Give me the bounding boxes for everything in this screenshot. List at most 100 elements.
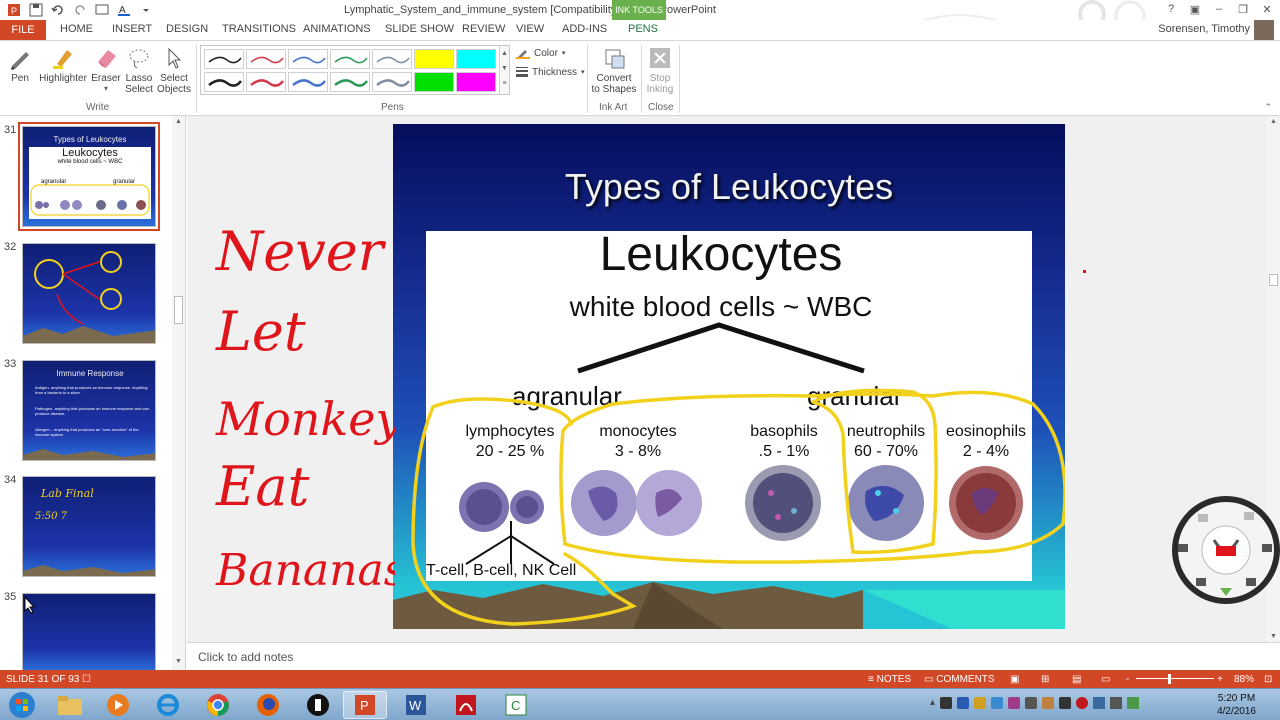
green-app-icon[interactable]: C <box>494 691 538 719</box>
scroll-up-icon[interactable]: ▲ <box>1268 118 1279 125</box>
acrobat-icon[interactable] <box>444 691 488 719</box>
notes-placeholder[interactable]: Click to add notes <box>198 650 293 664</box>
tray-icon[interactable] <box>957 697 970 709</box>
taskbar-clock[interactable]: 5:20 PM 4/2/2016 <box>1217 692 1256 718</box>
zoom-in-button[interactable]: + <box>1217 674 1223 685</box>
ribbon-display-icon[interactable]: ▣ <box>1188 2 1202 16</box>
comments-button[interactable]: ▭ COMMENTS <box>924 674 995 685</box>
tab-home[interactable]: HOME <box>60 23 93 35</box>
avatar[interactable] <box>1254 20 1274 40</box>
network-icon[interactable] <box>1093 697 1106 709</box>
tray-icon[interactable] <box>974 697 987 709</box>
tab-transitions[interactable]: TRANSITIONS <box>222 23 296 35</box>
tab-insert[interactable]: INSERT <box>112 23 152 35</box>
tray-icon[interactable] <box>1008 697 1021 709</box>
pen-swatch[interactable] <box>288 72 328 92</box>
volume-icon[interactable] <box>1110 697 1123 709</box>
reading-view-icon[interactable]: ▤ <box>1072 674 1081 685</box>
tray-icon[interactable] <box>1042 697 1055 709</box>
tray-icon[interactable] <box>940 697 953 709</box>
fit-slide-icon[interactable]: ⊡ <box>1264 674 1272 685</box>
convert-to-shapes-button[interactable]: Convert to Shapes <box>590 45 638 95</box>
internet-explorer-icon[interactable] <box>146 691 190 719</box>
zoom-slider-handle[interactable] <box>1168 674 1171 684</box>
tab-pens[interactable]: PENS <box>628 23 658 35</box>
pen-swatch[interactable] <box>330 49 370 69</box>
pen-swatch[interactable] <box>204 72 244 92</box>
stop-inking-button[interactable]: Stop Inking <box>643 45 677 95</box>
pen-swatch[interactable] <box>456 72 496 92</box>
tab-review[interactable]: REVIEW <box>462 23 505 35</box>
tab-slide-show[interactable]: SLIDE SHOW <box>385 23 454 35</box>
slide-sorter-icon[interactable]: ⊞ <box>1041 674 1049 685</box>
tab-design[interactable]: DESIGN <box>166 23 208 35</box>
user-name[interactable]: Sorensen, Timothy <box>1158 23 1250 35</box>
eraser-button[interactable]: Eraser ▾ <box>91 45 121 93</box>
pen-swatch[interactable] <box>414 49 454 69</box>
pen-swatch[interactable] <box>330 72 370 92</box>
help-icon[interactable]: ? <box>1164 2 1178 16</box>
pen-radial-menu[interactable] <box>1170 494 1280 606</box>
media-player-icon[interactable] <box>96 691 140 719</box>
pen-color-button[interactable]: Color ▾ <box>516 47 565 59</box>
tray-arrow-icon[interactable]: ▴ <box>930 697 935 709</box>
svg-text:P: P <box>360 698 369 713</box>
zoom-out-button[interactable]: - <box>1126 674 1129 685</box>
restore-icon[interactable]: ❐ <box>1236 2 1250 16</box>
tab-add-ins[interactable]: ADD-INS <box>562 23 607 35</box>
slide-thumbnail-35[interactable] <box>22 593 156 673</box>
pen-button[interactable]: Pen <box>6 45 34 84</box>
spellcheck-icon[interactable]: ☐ <box>82 674 91 685</box>
scroll-down-icon[interactable]: ▼ <box>173 658 184 668</box>
lasso-select-button[interactable]: Lasso Select <box>125 45 153 95</box>
scroll-up-icon[interactable]: ▲ <box>173 118 184 128</box>
flag-icon[interactable] <box>1127 697 1140 709</box>
thumbnail-scrollbar[interactable]: ▲ ▼ <box>172 116 185 670</box>
slide-thumbnail-31[interactable]: Types of Leukocytes Leukocytes white blo… <box>18 122 160 231</box>
pen-swatch[interactable] <box>372 72 412 92</box>
slideshow-view-icon[interactable]: ▭ <box>1101 674 1110 685</box>
tray-icon[interactable] <box>1059 697 1072 709</box>
pen-swatch[interactable] <box>372 49 412 69</box>
pen-swatch[interactable] <box>204 49 244 69</box>
highlighter-button[interactable]: Highlighter <box>38 45 88 84</box>
slide-thumbnail-34[interactable]: Lab Final 5:50 7 <box>22 476 156 577</box>
keyboard-app-icon[interactable] <box>296 691 340 719</box>
word-icon[interactable]: W <box>394 691 438 719</box>
zoom-slider[interactable] <box>1136 678 1214 679</box>
notes-button[interactable]: ≡ NOTES <box>868 674 911 685</box>
scroll-down-icon[interactable]: ▼ <box>1268 633 1279 640</box>
pen-swatch[interactable] <box>288 49 328 69</box>
pen-swatch[interactable] <box>414 72 454 92</box>
minimize-icon[interactable]: – <box>1212 2 1226 16</box>
tab-animations[interactable]: ANIMATIONS <box>303 23 371 35</box>
scroll-thumb[interactable] <box>174 296 183 324</box>
chrome-icon[interactable] <box>196 691 240 719</box>
pen-swatch[interactable] <box>456 49 496 69</box>
powerpoint-taskbar-icon[interactable]: P <box>343 691 387 719</box>
slide-thumbnail-32[interactable] <box>22 243 156 344</box>
start-button[interactable] <box>0 691 44 719</box>
current-slide[interactable]: Types of Leukocytes Leukocytes white blo… <box>393 124 1065 629</box>
firefox-icon[interactable] <box>246 691 290 719</box>
slide-thumbnail-33[interactable]: Immune Response Antigen- anything that p… <box>22 360 156 461</box>
normal-view-icon[interactable]: ▣ <box>1010 674 1019 685</box>
pen-swatch[interactable] <box>246 72 286 92</box>
scroll-thumb[interactable] <box>1269 274 1278 286</box>
thumb-32-ink <box>23 251 155 343</box>
tab-file[interactable]: FILE <box>0 20 46 40</box>
tray-icon[interactable] <box>1025 697 1038 709</box>
file-explorer-icon[interactable] <box>48 691 92 719</box>
tray-icon[interactable] <box>991 697 1004 709</box>
pen-thickness-button[interactable]: Thickness ▾ <box>516 66 585 78</box>
tab-view[interactable]: VIEW <box>516 23 544 35</box>
pen-swatch[interactable] <box>246 49 286 69</box>
notes-pane[interactable]: Click to add notes <box>187 642 1280 670</box>
gallery-scroll-icon[interactable]: ▲ ▼ ≡ <box>499 46 509 94</box>
collapse-ribbon-icon[interactable]: ⌃ <box>1264 102 1272 113</box>
close-icon[interactable]: ✕ <box>1260 2 1274 16</box>
eraser-dropdown-icon[interactable]: ▾ <box>91 84 121 93</box>
select-objects-button[interactable]: Select Objects <box>156 45 192 95</box>
zoom-level[interactable]: 88% <box>1234 674 1254 685</box>
tray-icon[interactable] <box>1076 697 1089 709</box>
